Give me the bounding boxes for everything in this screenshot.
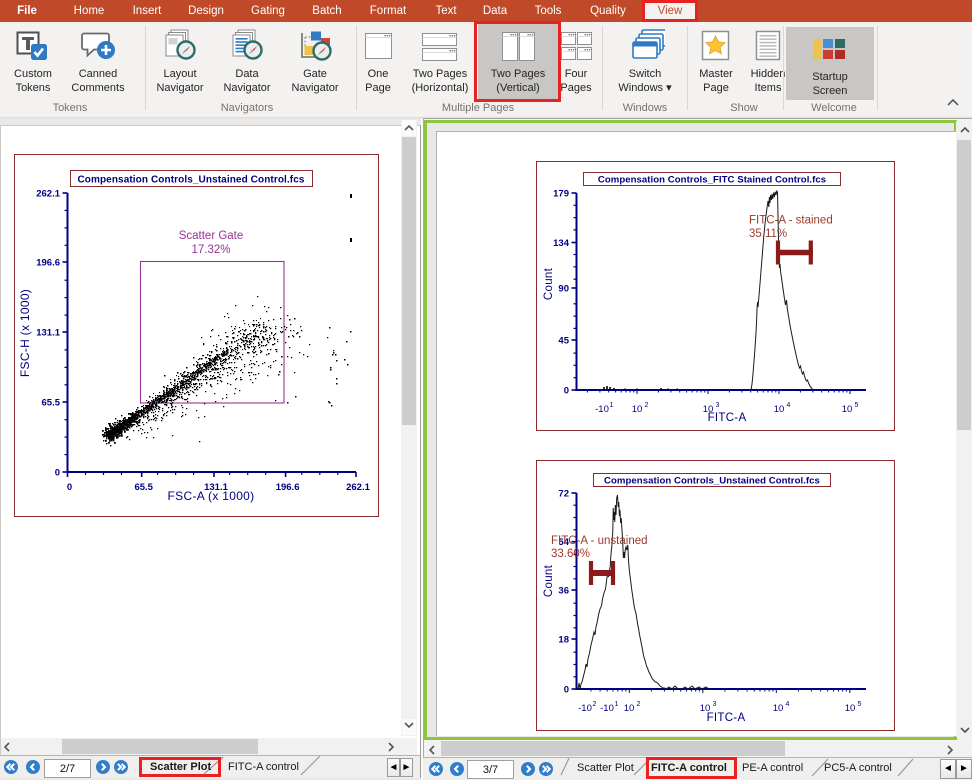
- svg-text:3: 3: [716, 402, 720, 409]
- svg-text:-10: -10: [600, 703, 614, 714]
- svg-text:Count: Count: [543, 267, 555, 300]
- svg-text:2: 2: [645, 402, 649, 409]
- svg-text:Compensation Controls_Unstaine: Compensation Controls_Unstained Control.…: [77, 175, 304, 186]
- svg-text:Compensation Controls_Unstaine: Compensation Controls_Unstained Control.…: [604, 476, 820, 487]
- svg-text:0: 0: [564, 685, 569, 696]
- svg-text:5: 5: [855, 402, 859, 409]
- svg-text:131.1: 131.1: [36, 328, 60, 339]
- svg-text:-10: -10: [595, 404, 609, 415]
- svg-text:196.6: 196.6: [276, 482, 300, 493]
- svg-text:90: 90: [558, 284, 569, 295]
- svg-text:2: 2: [637, 701, 641, 708]
- svg-text:10: 10: [845, 703, 856, 714]
- svg-text:262.1: 262.1: [346, 482, 370, 493]
- svg-text:65.5: 65.5: [42, 398, 61, 409]
- svg-text:Compensation Controls_FITC Sta: Compensation Controls_FITC Stained Contr…: [598, 175, 826, 186]
- svg-text:0: 0: [67, 482, 72, 493]
- svg-text:17.32%: 17.32%: [191, 244, 230, 256]
- svg-text:FITC-A - stained: FITC-A - stained: [749, 214, 833, 226]
- svg-text:1: 1: [610, 402, 614, 409]
- svg-text:10: 10: [842, 404, 853, 415]
- svg-text:4: 4: [787, 402, 791, 409]
- svg-text:FSC-A (x 1000): FSC-A (x 1000): [168, 489, 255, 503]
- svg-text:3: 3: [713, 701, 717, 708]
- svg-text:4: 4: [786, 701, 790, 708]
- svg-text:10: 10: [774, 404, 785, 415]
- svg-text:33.60%: 33.60%: [551, 548, 590, 560]
- svg-text:10: 10: [632, 404, 643, 415]
- svg-text:FITC-A: FITC-A: [708, 412, 747, 424]
- svg-text:72: 72: [558, 489, 569, 500]
- svg-text:FITC-A - unstained: FITC-A - unstained: [551, 535, 648, 547]
- svg-text:45: 45: [558, 336, 569, 347]
- svg-text:35.11%: 35.11%: [749, 228, 787, 240]
- svg-text:65.5: 65.5: [134, 482, 153, 493]
- svg-text:-10: -10: [578, 703, 592, 714]
- svg-text:FSC-H (x 1000): FSC-H (x 1000): [18, 289, 32, 377]
- svg-text:0: 0: [564, 386, 569, 397]
- svg-text:262.1: 262.1: [36, 189, 60, 200]
- svg-text:FITC-A: FITC-A: [707, 712, 746, 724]
- svg-text:5: 5: [858, 701, 862, 708]
- svg-text:134: 134: [553, 238, 570, 249]
- svg-text:Count: Count: [543, 564, 555, 597]
- svg-text:0: 0: [55, 468, 60, 479]
- svg-text:2: 2: [593, 701, 597, 708]
- svg-text:10: 10: [773, 703, 784, 714]
- svg-text:Scatter Gate: Scatter Gate: [179, 230, 244, 242]
- svg-text:36: 36: [558, 586, 569, 597]
- svg-text:18: 18: [558, 635, 569, 646]
- svg-text:10: 10: [624, 703, 635, 714]
- svg-text:1: 1: [615, 701, 619, 708]
- svg-text:179: 179: [553, 189, 569, 200]
- svg-text:196.6: 196.6: [36, 258, 60, 269]
